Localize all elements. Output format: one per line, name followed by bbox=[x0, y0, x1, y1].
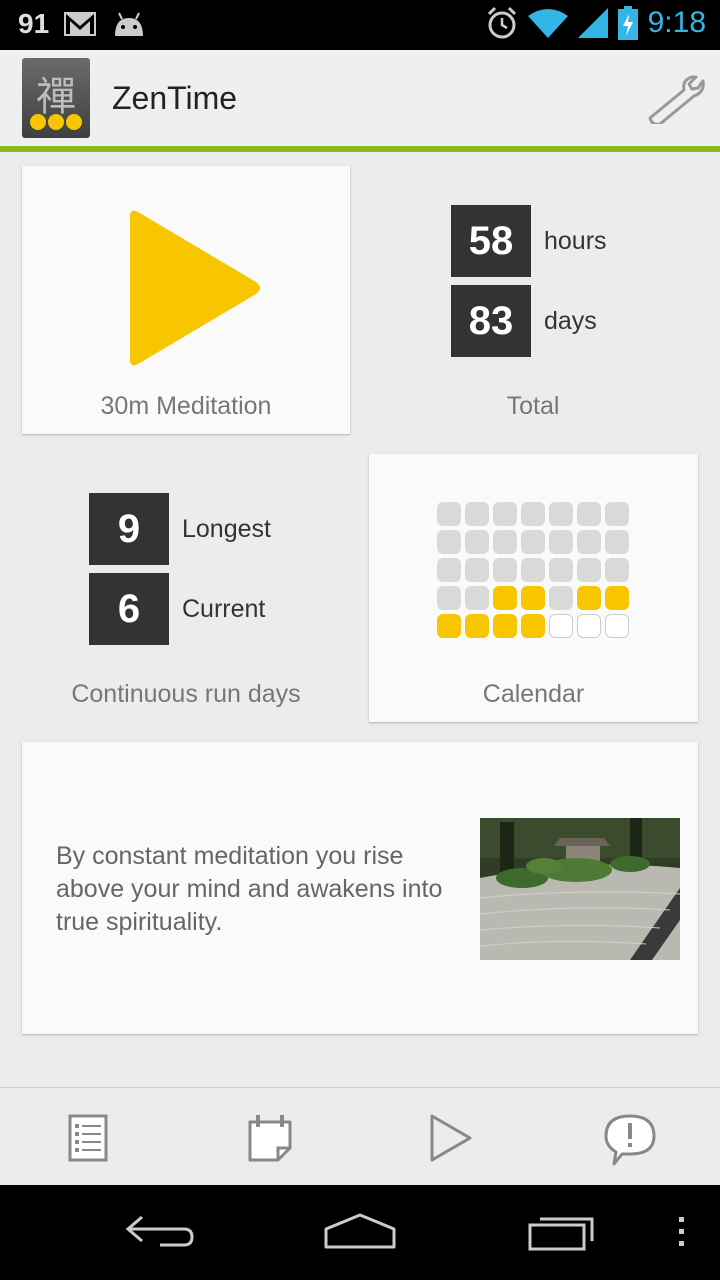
hours-value: 58 bbox=[451, 205, 531, 277]
back-icon[interactable] bbox=[124, 1211, 196, 1251]
days-label: days bbox=[544, 306, 597, 335]
system-nav-bar bbox=[0, 1185, 720, 1280]
calendar-day-off bbox=[465, 586, 489, 610]
speech-bubble-icon[interactable] bbox=[602, 1110, 658, 1166]
calendar-day-off bbox=[577, 502, 601, 526]
logo-dot bbox=[48, 114, 64, 130]
run-days-caption: Continuous run days bbox=[71, 680, 301, 708]
longest-counter: 9 Longest bbox=[89, 493, 271, 565]
calendar-day-off bbox=[437, 530, 461, 554]
calendar-day-off bbox=[437, 586, 461, 610]
days-counter: 83 days bbox=[451, 285, 597, 357]
current-counter: 6 Current bbox=[89, 573, 265, 645]
calendar-day-off bbox=[493, 502, 517, 526]
calendar-day-on bbox=[493, 614, 517, 638]
android-icon bbox=[115, 12, 144, 36]
current-value: 6 bbox=[89, 573, 169, 645]
run-days-panel: 9 Longest 6 Current Continuous run days bbox=[22, 454, 350, 722]
calendar-day-empty bbox=[577, 614, 601, 638]
battery-icon bbox=[617, 6, 638, 40]
calendar-day-on bbox=[465, 614, 489, 638]
calendar-day-off bbox=[577, 558, 601, 582]
calendar-day-off bbox=[577, 530, 601, 554]
gmail-icon bbox=[64, 12, 97, 36]
calendar-day-off bbox=[549, 586, 573, 610]
zen-garden-image bbox=[480, 818, 680, 960]
calendar-day-empty bbox=[605, 614, 629, 638]
longest-value: 9 bbox=[89, 493, 169, 565]
calendar-day-off bbox=[521, 502, 545, 526]
calendar-day-off bbox=[549, 530, 573, 554]
days-value: 83 bbox=[451, 285, 531, 357]
play-icon[interactable] bbox=[422, 1110, 478, 1166]
calendar-day-off bbox=[437, 502, 461, 526]
calendar-day-off bbox=[465, 530, 489, 554]
calendar-day-off bbox=[521, 530, 545, 554]
calendar-day-off bbox=[605, 502, 629, 526]
calendar-day-off bbox=[549, 558, 573, 582]
meditation-label: 30m Meditation bbox=[100, 392, 272, 420]
bottom-tab-bar bbox=[0, 1087, 720, 1185]
hours-counter: 58 hours bbox=[451, 205, 607, 277]
calendar-day-off bbox=[493, 558, 517, 582]
status-bar: 91 9:18 bbox=[0, 0, 720, 50]
app-title: ZenTime bbox=[112, 80, 238, 116]
clock: 9:18 bbox=[647, 6, 706, 39]
totals-caption: Total bbox=[506, 392, 560, 420]
hours-label: hours bbox=[544, 226, 607, 255]
menu-icon[interactable] bbox=[674, 1211, 688, 1251]
calendar-day-off bbox=[549, 502, 573, 526]
calendar-day-on bbox=[521, 614, 545, 638]
logo-dot bbox=[66, 114, 82, 130]
calendar-day-on bbox=[605, 586, 629, 610]
wrench-icon[interactable] bbox=[644, 74, 706, 124]
play-icon[interactable] bbox=[126, 208, 264, 368]
quote-card[interactable]: By constant meditation you rise above yo… bbox=[22, 742, 698, 1034]
signal-icon bbox=[577, 8, 608, 38]
calendar-day-off bbox=[605, 530, 629, 554]
calendar-day-on bbox=[437, 614, 461, 638]
calendar-day-off bbox=[521, 558, 545, 582]
accent-divider bbox=[0, 146, 720, 152]
calendar-day-off bbox=[605, 558, 629, 582]
calendar-icon[interactable] bbox=[242, 1110, 298, 1166]
calendar-day-empty bbox=[549, 614, 573, 638]
recents-icon[interactable] bbox=[526, 1211, 598, 1253]
calendar-caption: Calendar bbox=[482, 680, 585, 708]
calendar-day-on bbox=[493, 586, 517, 610]
calendar-day-on bbox=[577, 586, 601, 610]
quote-text: By constant meditation you rise above yo… bbox=[56, 842, 443, 936]
calendar-grid bbox=[437, 502, 629, 638]
current-label: Current bbox=[182, 594, 266, 623]
calendar-day-off bbox=[493, 530, 517, 554]
calendar-day-off bbox=[465, 502, 489, 526]
meditation-card[interactable]: 30m Meditation bbox=[22, 166, 350, 434]
battery-level: 91 bbox=[18, 8, 50, 39]
longest-label: Longest bbox=[182, 514, 271, 543]
logo-dot bbox=[30, 114, 46, 130]
calendar-day-off bbox=[465, 558, 489, 582]
wifi-icon bbox=[527, 9, 568, 38]
alarm-icon bbox=[487, 6, 516, 39]
calendar-day-on bbox=[521, 586, 545, 610]
list-icon[interactable] bbox=[60, 1110, 116, 1166]
calendar-day-off bbox=[437, 558, 461, 582]
action-bar: 禪 ZenTime bbox=[0, 50, 720, 148]
home-icon[interactable] bbox=[322, 1211, 398, 1251]
calendar-card[interactable]: Calendar bbox=[369, 454, 698, 722]
totals-panel: 58 hours 83 days Total bbox=[368, 166, 698, 434]
app-logo[interactable]: 禪 bbox=[22, 58, 90, 138]
